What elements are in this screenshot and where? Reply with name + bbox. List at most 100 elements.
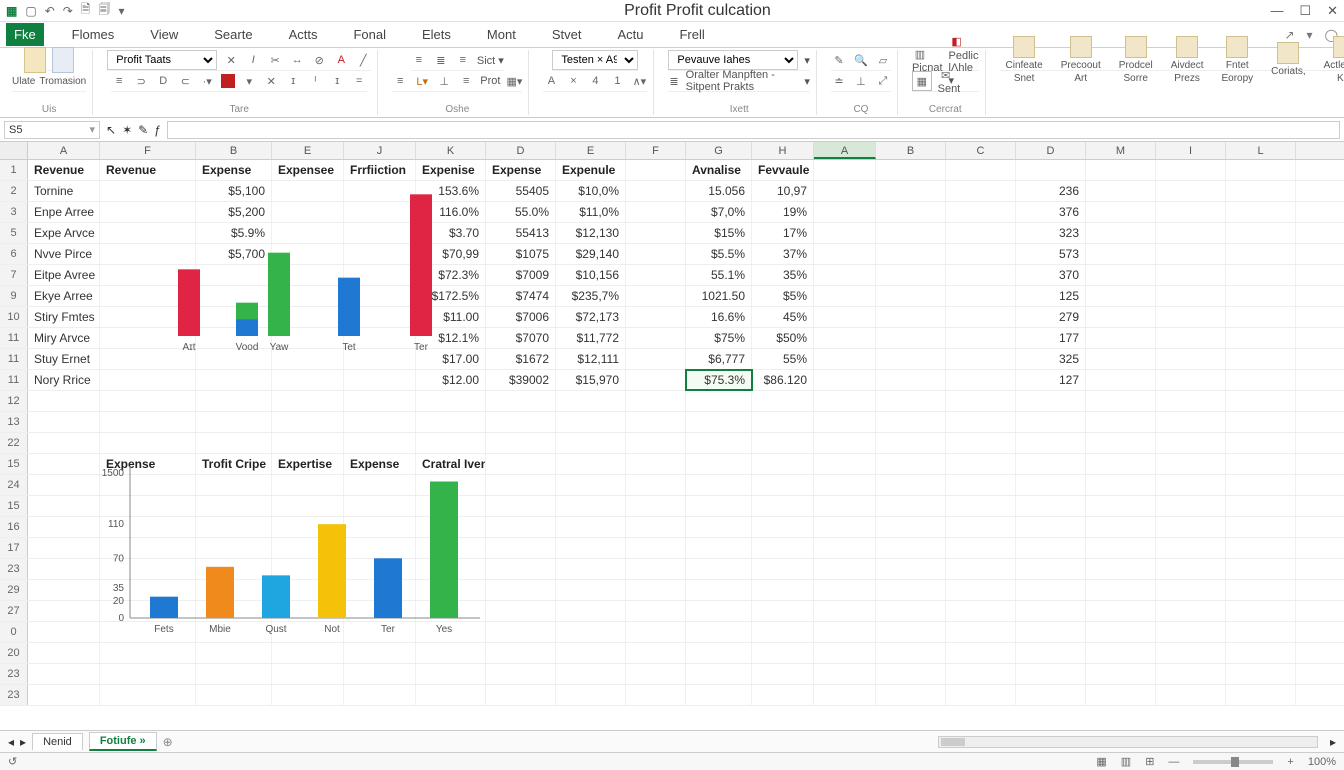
cell[interactable] xyxy=(876,685,946,705)
cell[interactable] xyxy=(946,433,1016,453)
ribbon-bigbtn-cinfeate[interactable]: CinfeateSnet xyxy=(1000,34,1049,86)
cell[interactable]: $12.00 xyxy=(416,370,486,390)
ribbon-bigbtn-aivdect[interactable]: AivdectPrezs xyxy=(1165,34,1210,86)
cell[interactable] xyxy=(344,307,416,327)
sub-icon[interactable]: ɪ xyxy=(285,73,301,89)
cell[interactable] xyxy=(486,475,556,495)
qat-export-icon[interactable]: 🗐 xyxy=(98,0,110,21)
cell[interactable] xyxy=(814,580,876,600)
cell[interactable]: Revenue xyxy=(28,160,100,180)
cell[interactable] xyxy=(486,559,556,579)
cell[interactable] xyxy=(686,580,752,600)
cell[interactable] xyxy=(344,685,416,705)
cell[interactable] xyxy=(1156,685,1226,705)
cell[interactable] xyxy=(272,349,344,369)
row-header[interactable]: 3 xyxy=(0,202,28,222)
menu-tab-searte[interactable]: Searte xyxy=(206,23,260,46)
style-expand-icon[interactable]: ▾ xyxy=(804,54,810,67)
cell[interactable] xyxy=(1156,433,1226,453)
cell[interactable] xyxy=(100,307,196,327)
cell[interactable] xyxy=(1086,307,1156,327)
cell[interactable] xyxy=(626,475,686,495)
cell[interactable] xyxy=(814,601,876,621)
cell[interactable] xyxy=(1086,538,1156,558)
cell[interactable] xyxy=(752,685,814,705)
cell[interactable] xyxy=(100,286,196,306)
menu-tab-frell[interactable]: Frell xyxy=(671,23,712,46)
cell[interactable] xyxy=(100,433,196,453)
cell[interactable] xyxy=(1226,370,1296,390)
search-icon[interactable]: 🔍 xyxy=(853,52,869,68)
menu-tab-stvet[interactable]: Stvet xyxy=(544,23,590,46)
cell[interactable]: 16.6% xyxy=(686,307,752,327)
maximize-icon[interactable]: ☐ xyxy=(1299,3,1311,19)
col-header-12[interactable]: B xyxy=(876,142,946,159)
cell[interactable] xyxy=(814,643,876,663)
cell[interactable] xyxy=(1016,160,1086,180)
cell[interactable] xyxy=(1086,559,1156,579)
fx-star-icon[interactable]: ✶ xyxy=(122,123,132,137)
cell[interactable] xyxy=(1156,286,1226,306)
select-all-corner[interactable] xyxy=(0,142,28,159)
col-header-13[interactable]: C xyxy=(946,142,1016,159)
cell[interactable] xyxy=(556,643,626,663)
cell[interactable]: 55413 xyxy=(486,223,556,243)
cell[interactable]: $15% xyxy=(686,223,752,243)
cell[interactable]: Eitpe Avree xyxy=(28,265,100,285)
cell[interactable] xyxy=(1086,643,1156,663)
paste-icon[interactable] xyxy=(24,47,46,73)
cell[interactable] xyxy=(272,307,344,327)
cell[interactable]: 323 xyxy=(1016,223,1086,243)
cell[interactable] xyxy=(752,517,814,537)
cell[interactable] xyxy=(626,223,686,243)
cell[interactable] xyxy=(416,433,486,453)
cell[interactable] xyxy=(686,391,752,411)
cell[interactable]: 127 xyxy=(1016,370,1086,390)
cell[interactable] xyxy=(876,643,946,663)
cell[interactable]: $5,200 xyxy=(196,202,272,222)
cell[interactable] xyxy=(1226,664,1296,684)
cell[interactable] xyxy=(752,433,814,453)
col-header-2[interactable]: B xyxy=(196,142,272,159)
cell[interactable] xyxy=(814,664,876,684)
cell[interactable] xyxy=(1156,370,1226,390)
cell[interactable]: Expe Arvce xyxy=(28,223,100,243)
cell[interactable]: $86.120 xyxy=(752,370,814,390)
cell[interactable]: Expensee xyxy=(272,160,344,180)
cell[interactable] xyxy=(946,580,1016,600)
row-header[interactable]: 12 xyxy=(0,391,28,411)
cell[interactable]: $6,777 xyxy=(686,349,752,369)
cell[interactable] xyxy=(1086,433,1156,453)
cell[interactable] xyxy=(1016,538,1086,558)
row-header[interactable]: 24 xyxy=(0,475,28,495)
menu-tab-view[interactable]: View xyxy=(142,23,186,46)
zoom-out-icon[interactable]: — xyxy=(1168,756,1179,768)
cell[interactable] xyxy=(814,223,876,243)
cell[interactable]: $7009 xyxy=(486,265,556,285)
cell[interactable]: $172.5% xyxy=(416,286,486,306)
cell[interactable]: 37% xyxy=(752,244,814,264)
cell[interactable] xyxy=(344,181,416,201)
cell[interactable] xyxy=(752,454,814,474)
col-header-16[interactable]: I xyxy=(1156,142,1226,159)
cell[interactable] xyxy=(626,517,686,537)
row-header[interactable]: 13 xyxy=(0,412,28,432)
cell[interactable] xyxy=(752,538,814,558)
cell[interactable] xyxy=(486,496,556,516)
cell[interactable] xyxy=(344,412,416,432)
cell[interactable] xyxy=(686,559,752,579)
cell[interactable]: $7474 xyxy=(486,286,556,306)
col-header-15[interactable]: M xyxy=(1086,142,1156,159)
cell[interactable] xyxy=(196,307,272,327)
cell[interactable]: $10,0% xyxy=(556,181,626,201)
style-select[interactable]: Pevauve Iahes xyxy=(668,50,798,70)
cell[interactable] xyxy=(272,181,344,201)
cell[interactable] xyxy=(1156,601,1226,621)
cell[interactable] xyxy=(344,664,416,684)
cell[interactable]: $15,970 xyxy=(556,370,626,390)
cell[interactable] xyxy=(1086,601,1156,621)
cell[interactable] xyxy=(1156,349,1226,369)
sheet-tab-1[interactable]: Nenid xyxy=(32,733,83,750)
cell[interactable] xyxy=(752,559,814,579)
align-x-icon[interactable]: ✕ xyxy=(263,73,279,89)
